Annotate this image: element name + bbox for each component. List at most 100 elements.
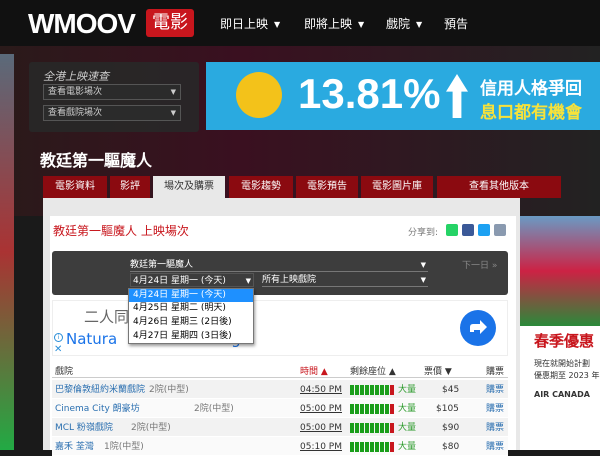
buy-ticket-link[interactable]: 購票 xyxy=(486,384,504,396)
seats-label: 大量 xyxy=(398,423,417,433)
left-side-ad[interactable] xyxy=(0,54,14,450)
chevron-down-icon: ▼ xyxy=(416,20,423,29)
seats-label: 大量 xyxy=(398,385,417,395)
person-photo xyxy=(236,72,282,118)
nav-cinemas[interactable]: 戲院 ▼ xyxy=(386,15,422,32)
nav-now-showing[interactable]: 即日上映 ▼ xyxy=(220,15,280,32)
col-price[interactable]: 票價 ▼ xyxy=(424,364,452,377)
banner-line1: 信用人格爭回 xyxy=(480,79,582,99)
wmoov-logo[interactable]: WMOOV xyxy=(28,8,136,40)
chevron-down-icon: ▼ xyxy=(245,277,251,285)
tab-other-versions[interactable]: 查看其他版本 xyxy=(437,176,561,198)
whatsapp-icon[interactable] xyxy=(446,224,458,236)
right-ad-text: 優惠期至 2023 年 xyxy=(534,371,600,380)
chevron-down-icon: ▼ xyxy=(420,261,426,269)
select-label: 教廷第一驅魔人 xyxy=(130,260,194,270)
ad-navigate-button[interactable] xyxy=(460,310,496,346)
seat-availability-bar xyxy=(350,385,400,395)
nav-label: 預告 xyxy=(444,17,469,31)
hall-label: 2院(中型) xyxy=(149,385,189,395)
tab-trailers[interactable]: 電影預告 xyxy=(296,176,358,198)
twitter-icon[interactable] xyxy=(478,224,490,236)
select-cinema-dropdown[interactable]: 查看戲院場次 ▼ xyxy=(43,105,181,121)
next-day-link[interactable]: 下一日 » xyxy=(462,258,497,271)
close-icon[interactable]: ✕ xyxy=(54,344,62,355)
nav-label: 即日上映 xyxy=(220,17,269,31)
price-label: $80 xyxy=(442,442,460,452)
cinema-link[interactable]: 巴黎倫敦紐約米蘭戲院 xyxy=(55,384,145,396)
quick-search-title: 全港上映速查 xyxy=(43,70,109,83)
table-row xyxy=(52,418,508,437)
nav-trailers[interactable]: 預告 xyxy=(444,15,468,32)
ad-line1: 二人同 xyxy=(84,308,130,326)
banner-ad[interactable]: 13.81% 信用人格爭回 息口都有機會 xyxy=(206,62,600,130)
seat-availability-bar xyxy=(350,442,400,452)
buy-ticket-link[interactable]: 購票 xyxy=(486,441,504,453)
tab-gallery[interactable]: 電影圖片庫 xyxy=(361,176,433,198)
logo-subtitle[interactable]: 電影 xyxy=(146,9,194,37)
buy-ticket-link[interactable]: 購票 xyxy=(486,422,504,434)
cinema-link[interactable]: 嘉禾 荃灣 xyxy=(55,441,94,453)
select-label: 查看戲院場次 xyxy=(48,108,103,118)
date-option[interactable]: 4月27日 星期四 (3日後) xyxy=(129,330,253,343)
cinema-link[interactable]: Cinema City 朗豪坊 xyxy=(55,403,140,415)
showtime-link[interactable]: 05:00 PM xyxy=(300,403,342,415)
col-time[interactable]: 時間 ▲ xyxy=(300,364,328,377)
air-canada-logo: AIR CANADA xyxy=(534,390,590,399)
seat-availability-bar xyxy=(350,423,400,433)
chevron-down-icon: ▼ xyxy=(420,276,426,284)
seats-label: 大量 xyxy=(398,442,417,452)
email-icon[interactable] xyxy=(494,224,506,236)
price-label: $45 xyxy=(442,385,460,395)
cinema-select[interactable]: 所有上映戲院 ▼ xyxy=(262,273,428,287)
hall-label: 1院(中型) xyxy=(104,442,144,452)
seats-label: 大量 xyxy=(398,404,417,414)
cinema-link[interactable]: MCL 粉嶺戲院 xyxy=(55,422,113,434)
info-icon[interactable]: i xyxy=(54,333,63,342)
select-movie-dropdown[interactable]: 查看電影場次 ▼ xyxy=(43,84,181,100)
ad-line2: Natura xyxy=(66,330,118,348)
direction-arrow-icon xyxy=(470,320,487,334)
showtimes-heading: 教廷第一驅魔人 上映場次 xyxy=(53,224,189,238)
date-option[interactable]: 4月24日 星期一 (今天) xyxy=(129,289,253,302)
arrow-up-icon xyxy=(446,74,468,118)
chevron-down-icon: ▼ xyxy=(170,109,176,117)
right-ad-title: 春季優惠 xyxy=(534,332,595,350)
chevron-down-icon: ▼ xyxy=(358,20,365,29)
chevron-down-icon: ▼ xyxy=(274,20,281,29)
banner-line2: 息口都有機會 xyxy=(480,103,582,123)
right-ad-text: 現在就開始計劃 xyxy=(534,359,590,368)
nav-label: 即將上映 xyxy=(304,17,353,31)
buy-ticket-link[interactable]: 購票 xyxy=(486,403,504,415)
col-buy: 購票 xyxy=(486,367,505,377)
showtime-link[interactable]: 05:10 PM xyxy=(300,441,342,453)
banner-rate: 13.81% xyxy=(298,70,441,117)
date-select[interactable]: 4月24日 星期一 (今天) ▼ xyxy=(130,273,254,287)
right-ad-image xyxy=(520,216,600,326)
showtime-link[interactable]: 04:50 PM xyxy=(300,384,342,396)
col-cinema[interactable]: 戲院 xyxy=(55,364,73,377)
col-seats[interactable]: 剩餘座位 ▲ xyxy=(350,364,396,377)
select-label: 所有上映戲院 xyxy=(262,275,317,285)
tab-reviews[interactable]: 影評 xyxy=(110,176,150,198)
date-option[interactable]: 4月25日 星期二 (明天) xyxy=(129,302,253,315)
date-option[interactable]: 4月26日 星期三 (2日後) xyxy=(129,316,253,329)
chevron-down-icon: ▼ xyxy=(170,88,176,96)
price-label: $105 xyxy=(436,404,459,414)
hall-label: 2院(中型) xyxy=(194,404,234,414)
select-label: 4月24日 星期一 (今天) xyxy=(133,276,226,286)
tab-trends[interactable]: 電影趨勢 xyxy=(229,176,293,198)
hall-label: 2院(中型) xyxy=(131,423,171,433)
facebook-icon[interactable] xyxy=(462,224,474,236)
seat-availability-bar xyxy=(350,404,400,414)
tab-showtimes[interactable]: 場次及購票 xyxy=(153,176,225,198)
select-label: 查看電影場次 xyxy=(48,87,103,97)
tab-movie-info[interactable]: 電影資料 xyxy=(43,176,107,198)
tab-underline xyxy=(43,198,520,206)
price-label: $90 xyxy=(442,423,460,433)
nav-coming-soon[interactable]: 即將上映 ▼ xyxy=(304,15,364,32)
share-label: 分享到: xyxy=(408,228,439,238)
movie-select[interactable]: 教廷第一驅魔人 ▼ xyxy=(130,258,428,272)
showtime-link[interactable]: 05:00 PM xyxy=(300,422,342,434)
nav-label: 戲院 xyxy=(386,17,411,31)
